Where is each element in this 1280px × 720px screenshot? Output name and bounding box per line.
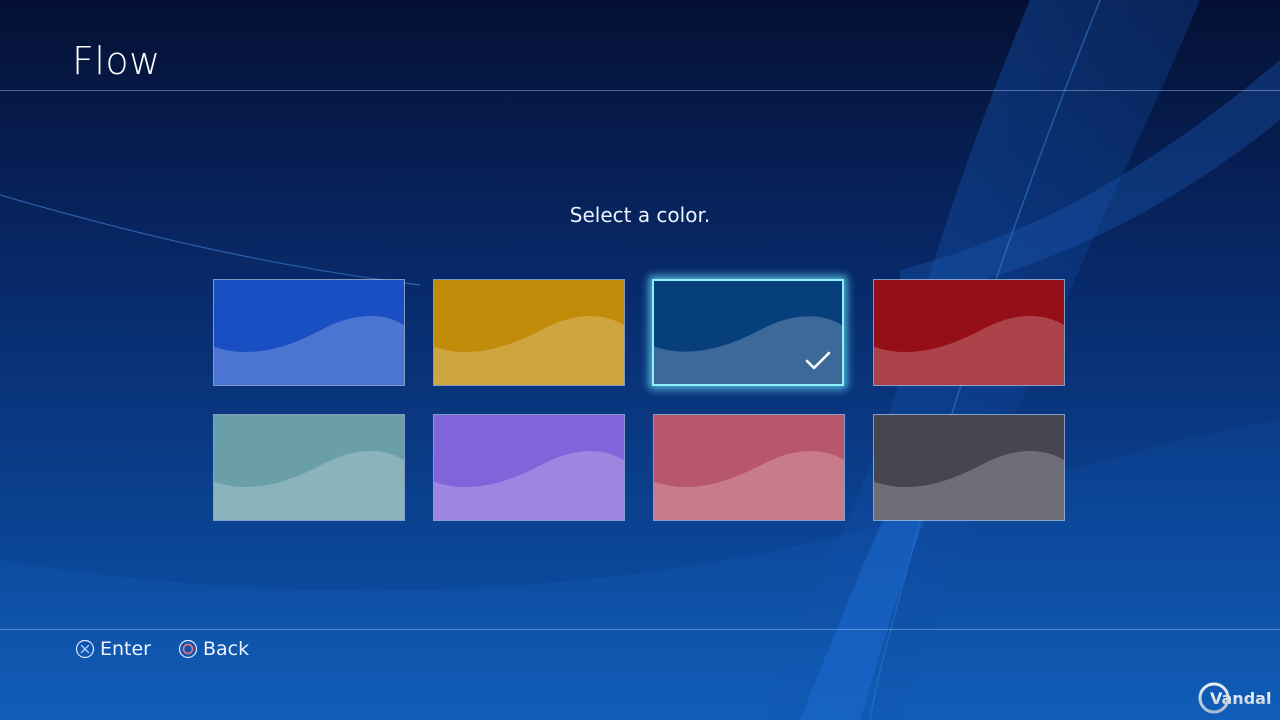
color-swatch-red[interactable]	[873, 279, 1065, 386]
wave-pattern	[434, 280, 624, 385]
back-label: Back	[203, 638, 250, 660]
color-swatch-blue[interactable]	[213, 279, 405, 386]
wave-pattern	[654, 415, 844, 520]
back-button[interactable]: Back	[178, 637, 249, 661]
color-swatch-purple[interactable]	[433, 414, 625, 521]
wave-pattern	[434, 415, 624, 520]
checkmark-icon	[805, 351, 831, 370]
enter-button[interactable]: Enter	[75, 637, 151, 661]
wave-pattern	[214, 280, 404, 385]
cross-button-icon	[75, 639, 95, 659]
footer-divider	[0, 629, 1280, 630]
instruction-text: Select a color.	[569, 203, 711, 227]
vandal-watermark: Vandal	[1198, 682, 1271, 714]
color-grid	[213, 279, 1067, 523]
wave-pattern	[874, 415, 1064, 520]
svg-text:Vandal: Vandal	[1210, 689, 1271, 708]
color-swatch-pink[interactable]	[653, 414, 845, 521]
wave-pattern	[214, 415, 404, 520]
enter-label: Enter	[100, 638, 151, 660]
theme-color-screen: Flow Select a color. Enter Back Vandal	[0, 0, 1280, 720]
circle-button-icon	[178, 639, 198, 659]
color-swatch-gray[interactable]	[873, 414, 1065, 521]
wave-pattern	[874, 280, 1064, 385]
color-swatch-gold[interactable]	[433, 279, 625, 386]
header-divider	[0, 90, 1280, 91]
page-title: Flow	[72, 39, 161, 83]
color-swatch-teal[interactable]	[213, 414, 405, 521]
color-swatch-dark-blue[interactable]	[652, 279, 844, 386]
